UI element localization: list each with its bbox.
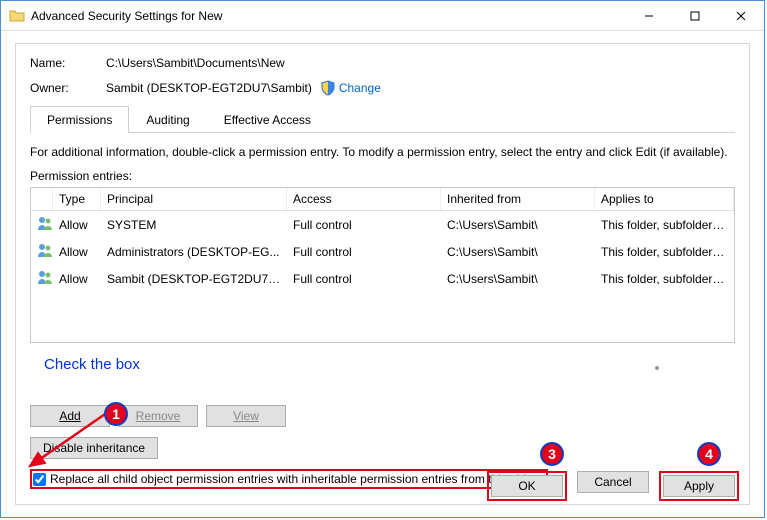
cancel-button[interactable]: Cancel — [577, 471, 649, 493]
annotation-marker-3: 3 — [540, 442, 564, 466]
info-text: For additional information, double-click… — [30, 145, 735, 159]
owner-row: Owner: Sambit (DESKTOP-EGT2DU7\Sambit) C… — [30, 80, 735, 96]
annotation-hint: Check the box — [44, 356, 140, 373]
col-inherited[interactable]: Inherited from — [441, 188, 595, 210]
annotation-marker-4: 4 — [697, 442, 721, 466]
table-body: AllowSYSTEMFull controlC:\Users\Sambit\T… — [31, 211, 734, 292]
entries-label: Permission entries: — [30, 169, 735, 183]
table-row[interactable]: AllowAdministrators (DESKTOP-EG...Full c… — [31, 238, 734, 265]
user-icon — [37, 242, 53, 258]
table-header: Type Principal Access Inherited from App… — [31, 188, 734, 211]
annotation-marker-1: 1 — [104, 402, 128, 426]
col-applies[interactable]: Applies to — [595, 188, 734, 210]
shield-icon — [320, 80, 336, 96]
change-owner-link[interactable]: Change — [339, 81, 381, 95]
minimize-button[interactable] — [626, 1, 672, 30]
owner-value: Sambit (DESKTOP-EGT2DU7\Sambit) — [106, 81, 312, 95]
user-icon — [37, 269, 53, 285]
dot-indicator — [655, 366, 659, 370]
col-type[interactable]: Type — [53, 188, 101, 210]
window-controls — [626, 1, 764, 30]
name-label: Name: — [30, 56, 106, 70]
ok-button[interactable]: OK — [491, 475, 563, 497]
close-button[interactable] — [718, 1, 764, 30]
col-icon[interactable] — [31, 188, 53, 210]
dialog-buttons: OK Cancel Apply — [487, 471, 739, 501]
remove-button[interactable]: Remove — [118, 405, 198, 427]
replace-label[interactable]: Replace all child object permission entr… — [50, 472, 542, 486]
table-row[interactable]: AllowSambit (DESKTOP-EGT2DU7\S...Full co… — [31, 265, 734, 292]
tab-permissions[interactable]: Permissions — [30, 106, 129, 133]
permission-table: Type Principal Access Inherited from App… — [30, 187, 735, 343]
window-title: Advanced Security Settings for New — [31, 9, 626, 23]
add-button[interactable]: Add — [30, 405, 110, 427]
col-principal[interactable]: Principal — [101, 188, 287, 210]
name-value: C:\Users\Sambit\Documents\New — [106, 56, 285, 70]
name-row: Name: C:\Users\Sambit\Documents\New — [30, 56, 735, 70]
owner-label: Owner: — [30, 81, 106, 95]
tab-effective-access[interactable]: Effective Access — [207, 106, 328, 133]
disable-inheritance-button[interactable]: Disable inheritance — [30, 437, 158, 459]
advanced-security-window: Advanced Security Settings for New Name:… — [0, 0, 765, 518]
table-row[interactable]: AllowSYSTEMFull controlC:\Users\Sambit\T… — [31, 211, 734, 238]
tabs: Permissions Auditing Effective Access — [30, 106, 735, 133]
entry-buttons: Add Remove View — [30, 405, 735, 427]
user-icon — [37, 215, 53, 231]
titlebar: Advanced Security Settings for New — [1, 1, 764, 31]
replace-checkbox[interactable] — [33, 473, 46, 486]
col-access[interactable]: Access — [287, 188, 441, 210]
apply-button[interactable]: Apply — [663, 475, 735, 497]
tab-auditing[interactable]: Auditing — [129, 106, 206, 133]
maximize-button[interactable] — [672, 1, 718, 30]
view-button[interactable]: View — [206, 405, 286, 427]
folder-icon — [9, 8, 25, 24]
